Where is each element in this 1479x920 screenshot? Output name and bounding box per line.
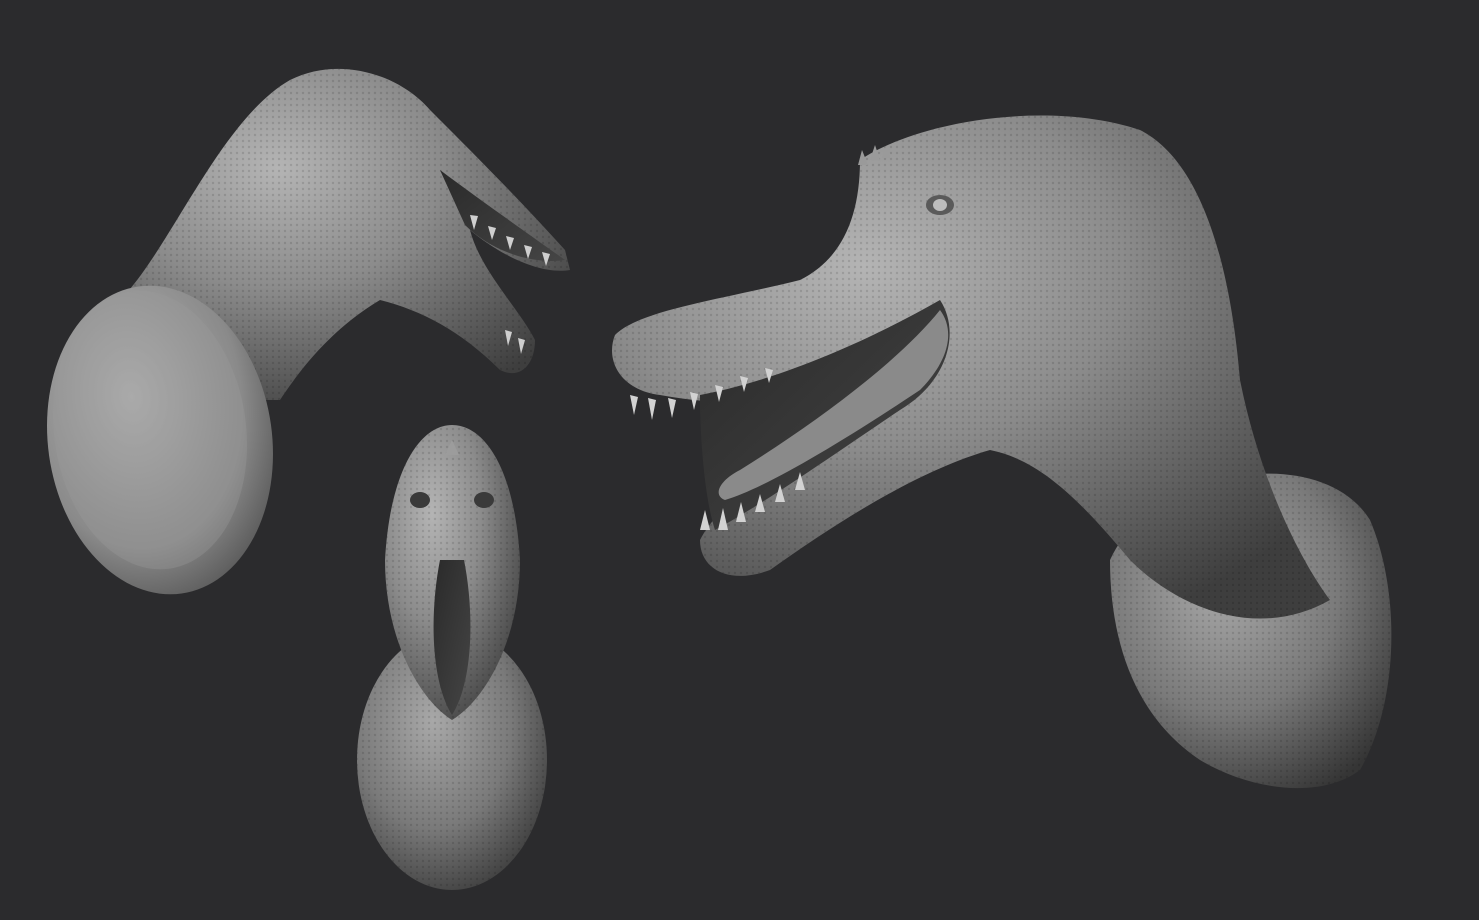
three-quarter-view bbox=[612, 115, 1392, 789]
sculpt-render bbox=[47, 68, 1392, 890]
front-view bbox=[357, 425, 547, 890]
sculpt-viewport bbox=[0, 0, 1479, 920]
